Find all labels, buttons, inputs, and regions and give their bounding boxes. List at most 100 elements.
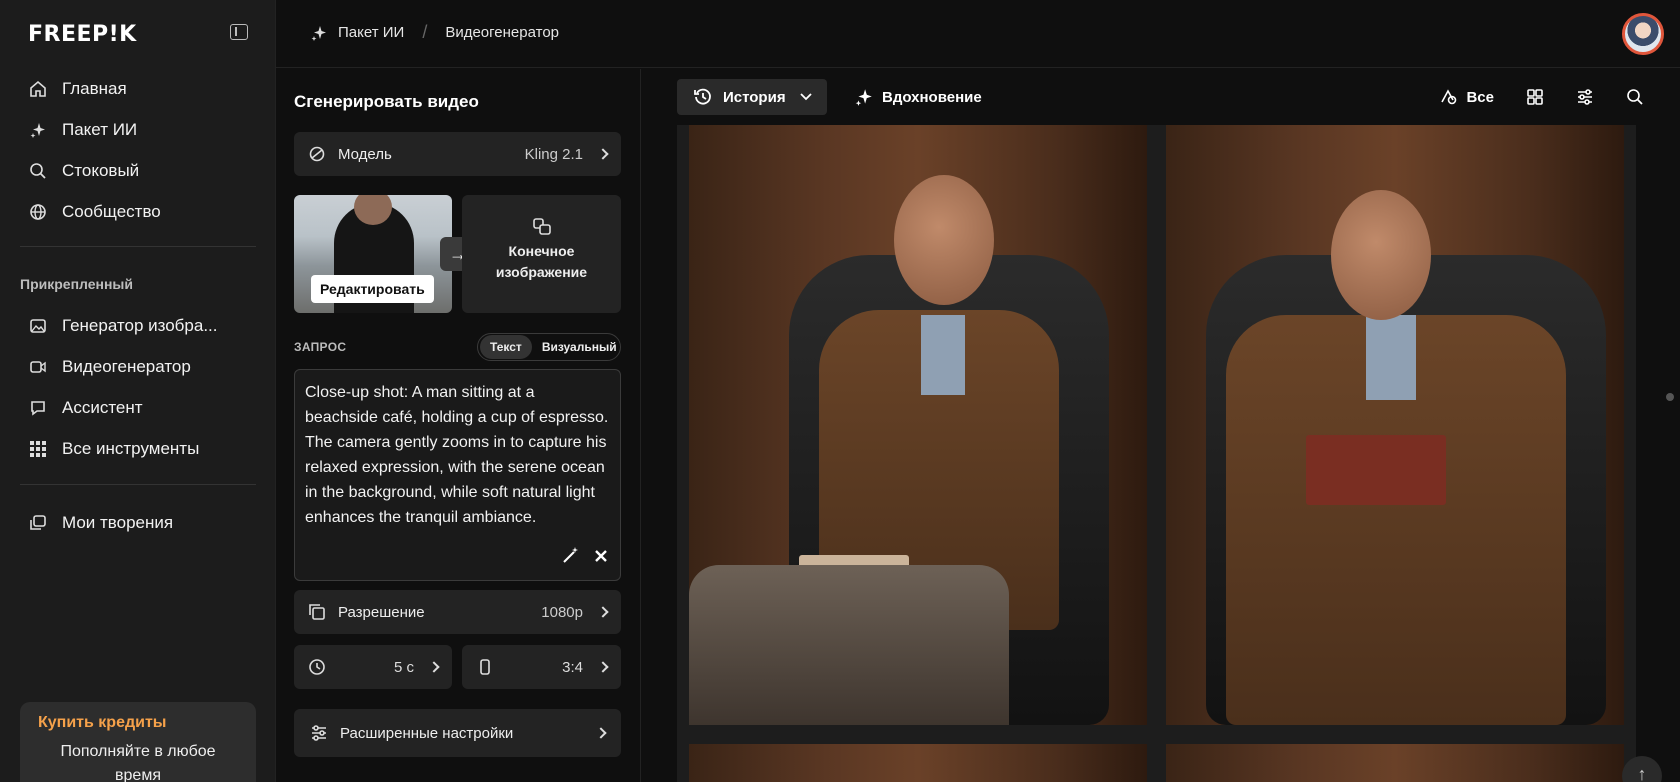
sidebar-collapse-icon[interactable] [230,24,248,40]
breadcrumb-ai-suite[interactable]: Пакет ИИ [338,24,404,41]
sidebar-divider [20,246,256,247]
grid-icon [28,439,48,459]
start-image-thumbnail[interactable]: Редактировать [294,195,452,313]
sidebar-item-label: Видеогенератор [62,356,191,376]
generation-gallery [677,125,1636,782]
generated-video-thumbnail[interactable] [1166,744,1624,782]
history-icon [693,87,713,107]
model-icon [308,145,326,163]
filter-all-label: Все [1466,88,1494,106]
sidebar-item-label: Стоковый [62,160,140,180]
prompt-textarea[interactable]: Close-up shot: A man sitting at a beachs… [294,369,621,581]
sliders-icon [310,724,328,742]
sidebar-item-label: Ассистент [62,397,143,417]
chat-icon [28,398,48,418]
grid-view-icon[interactable] [1526,88,1544,106]
model-selector[interactable]: Модель Kling 2.1 [294,132,621,176]
creations-nav: Мои творения [18,502,258,543]
prompt-tools [562,546,608,572]
duration-value: 5 с [393,658,414,676]
sidebar-item-label: Генератор изобра... [62,315,218,335]
duration-selector[interactable]: 5 с [294,645,452,689]
sidebar-item-label: Пакет ИИ [62,119,138,139]
advanced-settings-label: Расширенные настройки [340,724,514,742]
sidebar-item-ai-suite[interactable]: Пакет ИИ [18,109,258,150]
breadcrumb-separator: / [422,22,428,42]
sidebar: FREEP!K Главная Пакет ИИ Стоковый Сообще… [0,0,276,782]
prompt-mode-toggle: Текст Визуальный [477,333,621,361]
clear-prompt-icon[interactable] [594,546,608,572]
magic-wand-icon[interactable] [562,546,580,572]
breadcrumb: Пакет ИИ / Видеогенератор [310,22,559,43]
chevron-right-icon [595,727,607,739]
generated-video-thumbnail[interactable] [689,125,1147,725]
freepik-logo[interactable]: FREEP!K [28,22,137,47]
chevron-right-icon [597,661,609,673]
sidebar-item-community[interactable]: Сообщество [18,191,258,232]
pinned-nav: Генератор изобра... Видеогенератор Ассис… [18,305,258,469]
sidebar-item-video-generator[interactable]: Видеогенератор [18,346,258,387]
breadcrumb-video-generator: Видеогенератор [445,24,559,41]
home-icon [28,79,48,99]
aspect-ratio-value: 3:4 [562,658,583,676]
buy-credits-card[interactable]: Купить кредиты Пополняйте в любое время [20,702,256,782]
generated-video-thumbnail[interactable] [1166,125,1624,725]
sidebar-divider [20,484,256,485]
sidebar-item-stock[interactable]: Стоковый [18,150,258,191]
search-icon [28,161,48,181]
sidebar-item-label: Все инструменты [62,438,200,458]
phone-icon [476,658,494,676]
search-icon[interactable] [1626,88,1644,106]
panel-title: Сгенерировать видео [294,92,479,111]
resolution-selector[interactable]: Разрешение 1080p [294,590,621,634]
prompt-mode-text[interactable]: Текст [480,335,532,359]
top-bar: Пакет ИИ / Видеогенератор [276,0,1680,68]
generated-video-thumbnail[interactable] [689,744,1147,782]
globe-icon [28,202,48,222]
image-icon [28,316,48,336]
sidebar-item-image-generator[interactable]: Генератор изобра... [18,305,258,346]
edit-image-button[interactable]: Редактировать [311,275,434,303]
end-image-slot[interactable]: Конечное изображение [462,195,621,313]
main-nav: Главная Пакет ИИ Стоковый Сообщество [18,68,258,232]
sidebar-item-home[interactable]: Главная [18,68,258,109]
scroll-indicator[interactable] [1666,393,1674,401]
model-value: Kling 2.1 [524,145,583,163]
tab-history[interactable]: История [677,79,827,115]
resolution-value: 1080p [541,603,583,621]
chevron-down-icon [799,93,812,101]
clock-icon [308,658,326,676]
tab-inspiration[interactable]: Вдохновение [854,79,982,115]
sidebar-item-assistant[interactable]: Ассистент [18,387,258,428]
aspect-ratio-selector[interactable]: 3:4 [462,645,621,689]
chevron-right-icon [597,606,609,618]
sidebar-item-all-tools[interactable]: Все инструменты [18,428,258,469]
advanced-settings[interactable]: Расширенные настройки [294,709,621,757]
tab-history-label: История [723,88,786,106]
resolution-icon [308,603,326,621]
sidebar-item-my-creations[interactable]: Мои творения [18,502,258,543]
video-icon [28,357,48,377]
sparkle-icon [310,24,328,42]
model-label: Модель [338,145,392,163]
buy-credits-title: Купить кредиты [38,714,167,731]
library-icon [28,513,48,533]
sparkle-icon [854,87,874,107]
generate-panel: Сгенерировать видео Модель Kling 2.1 Ред… [276,69,641,782]
avatar[interactable] [1622,13,1664,55]
buy-credits-subtitle: Пополняйте в любое время [60,743,216,782]
sparkle-icon [28,120,48,140]
filter-settings-icon[interactable] [1576,88,1594,106]
prompt-mode-visual[interactable]: Визуальный [532,335,627,359]
pinned-section-label: Прикрепленный [20,276,133,292]
chevron-right-icon [428,661,440,673]
prompt-label: ЗАПРОС [294,340,347,354]
filter-all[interactable]: Все [1440,88,1494,106]
chevron-right-icon [597,148,609,160]
gallery-filters: Все [1440,79,1644,115]
tab-inspiration-label: Вдохновение [882,88,982,106]
sidebar-item-label: Главная [62,78,127,98]
main-content: История Вдохновение Все [642,69,1680,782]
resolution-label: Разрешение [338,603,425,621]
shapes-icon [1440,88,1458,106]
